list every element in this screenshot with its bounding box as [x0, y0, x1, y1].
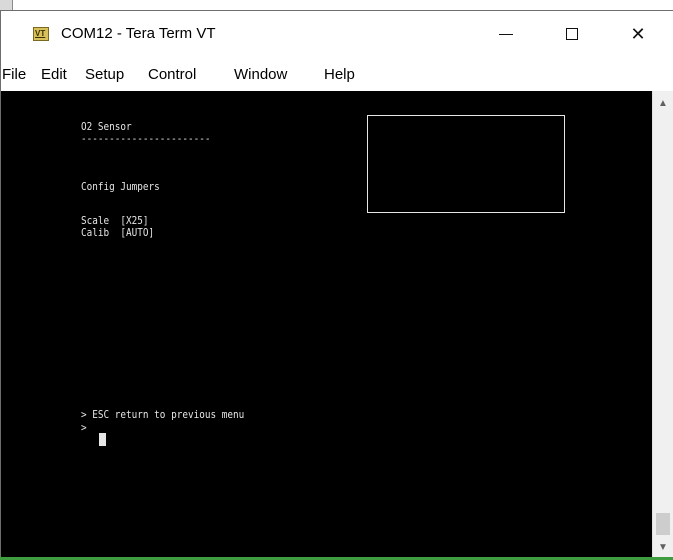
- window-title: COM12 - Tera Term VT: [61, 25, 216, 42]
- terminal-line-config: Config Jumpers: [81, 180, 160, 193]
- terminal-line-separator: -----------------------: [81, 132, 211, 145]
- scroll-up-button[interactable]: ▲: [653, 93, 673, 113]
- terminal-screen[interactable]: O2 Sensor ----------------------- Config…: [1, 91, 652, 557]
- title-bar[interactable]: VT COM12 - Tera Term VT ✕: [1, 11, 673, 57]
- maximize-icon: [566, 28, 578, 40]
- menu-help[interactable]: Help: [324, 65, 355, 85]
- close-button[interactable]: ✕: [615, 11, 661, 57]
- desktop-background: [0, 0, 673, 10]
- terminal-line-calib: Calib [AUTO]: [81, 226, 155, 239]
- terminal-line-prompt: >: [81, 421, 87, 434]
- app-icon-label: VT: [35, 29, 46, 38]
- menu-file[interactable]: File: [2, 65, 26, 85]
- scroll-thumb[interactable]: [656, 513, 670, 535]
- minimize-button[interactable]: [483, 11, 529, 57]
- scroll-down-button[interactable]: ▼: [653, 537, 673, 557]
- scroll-up-arrow-icon: ▲: [658, 97, 668, 109]
- tera-term-vt-icon[interactable]: VT: [33, 27, 49, 41]
- maximize-button[interactable]: [549, 11, 595, 57]
- terminal-cursor: [99, 433, 106, 446]
- menu-window[interactable]: Window: [234, 65, 287, 85]
- close-icon: ✕: [630, 23, 646, 44]
- terminal-line-esc: > ESC return to previous menu: [81, 408, 245, 421]
- tera-term-window: VT COM12 - Tera Term VT ✕ File Edit Setu…: [0, 10, 673, 557]
- menu-bar: File Edit Setup Control Window Help: [1, 59, 673, 89]
- vertical-scrollbar[interactable]: ▲ ▼: [652, 91, 673, 557]
- minimize-icon: [499, 33, 513, 35]
- menu-setup[interactable]: Setup: [85, 65, 124, 85]
- scroll-down-arrow-icon: ▼: [658, 541, 668, 553]
- terminal-box-frame: [367, 115, 565, 213]
- menu-control[interactable]: Control: [148, 65, 196, 85]
- menu-edit[interactable]: Edit: [41, 65, 67, 85]
